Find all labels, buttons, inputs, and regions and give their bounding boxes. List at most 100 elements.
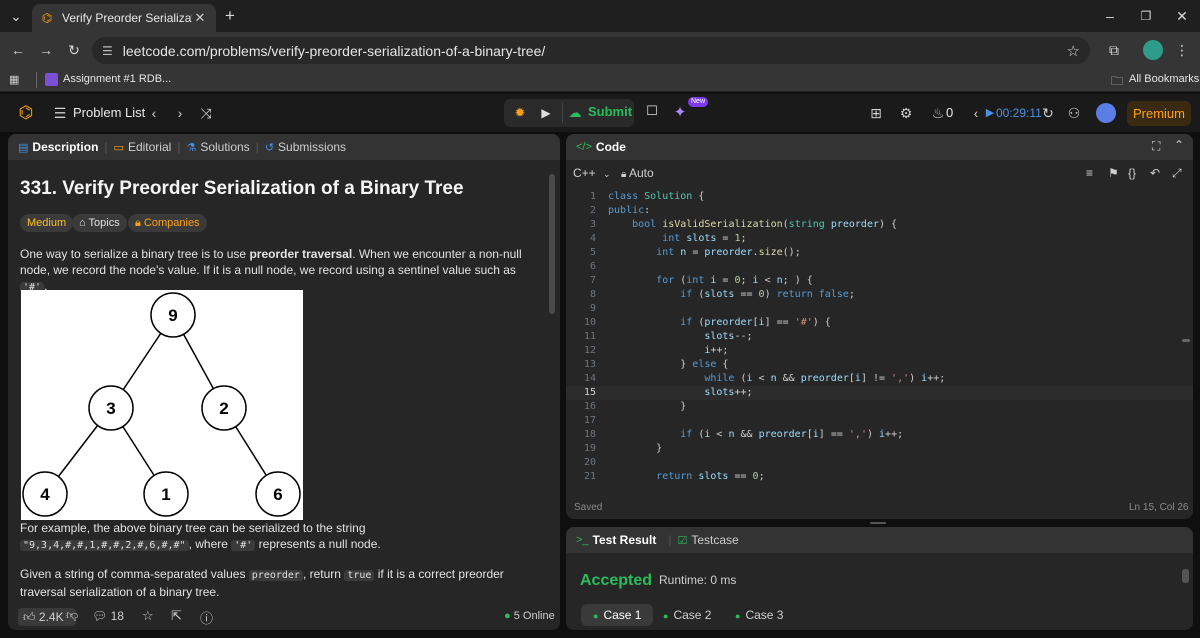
forward-icon[interactable]: → xyxy=(34,38,58,62)
favorite-star-icon[interactable]: ☆ xyxy=(142,608,154,624)
given-paragraph: Given a string of comma-separated values… xyxy=(20,566,540,600)
problem-list-link[interactable]: Problem List xyxy=(73,94,145,132)
line-number: 17 xyxy=(583,415,596,426)
minimize-icon[interactable]: – xyxy=(1098,4,1122,28)
language-label: C++ xyxy=(573,166,596,180)
debug-icon[interactable]: ✹ xyxy=(510,103,530,123)
description-scrollbar[interactable] xyxy=(549,174,555,314)
tab-description-label: Description xyxy=(32,140,99,154)
apps-grid-icon[interactable]: ▦ xyxy=(9,73,23,87)
tab-submissions[interactable]: ↺ Submissions xyxy=(265,140,346,154)
leetcode-logo-icon[interactable]: ⌬ xyxy=(14,101,38,125)
help-icon[interactable]: ⓘ xyxy=(200,608,213,627)
site-info-icon[interactable]: ☰ xyxy=(102,44,113,58)
line-number: 6 xyxy=(589,261,596,272)
case-2-tab[interactable]: ● Case 2 xyxy=(651,604,723,626)
new-tab-icon[interactable]: + xyxy=(218,4,242,28)
thumbs-down-icon[interactable]: 👎︎ xyxy=(66,608,78,623)
settings-gear-icon[interactable]: ⚙ xyxy=(894,101,918,125)
run-divider xyxy=(562,103,563,123)
prev-problem-icon[interactable]: ‹ xyxy=(142,101,166,125)
expand-icon[interactable]: ⤢ xyxy=(1172,166,1182,181)
premium-button[interactable]: Premium xyxy=(1127,101,1191,126)
tag-icon: ⌂ xyxy=(79,217,86,229)
given-code-true: true xyxy=(344,570,375,581)
code-line: return slots == 0; xyxy=(656,471,765,482)
description-icon: ▤ xyxy=(18,141,29,154)
tab-separator: | xyxy=(255,140,259,154)
layout-icon[interactable]: ⊞ xyxy=(864,101,888,125)
tab-description[interactable]: ▤ Description xyxy=(18,140,98,154)
tab-editorial[interactable]: ▭ Editorial xyxy=(114,140,172,154)
line-number: 19 xyxy=(583,443,596,454)
tab-test-result[interactable]: >_ Test Result xyxy=(576,533,656,547)
bookmark-item[interactable]: Assignment #1 RDB... xyxy=(63,73,171,85)
url-bar[interactable]: ☰ leetcode.com/problems/verify-preorder-… xyxy=(92,37,1090,64)
line-number: 3 xyxy=(589,219,596,230)
extensions-icon[interactable]: ⧉ xyxy=(1102,38,1126,62)
case-1-tab[interactable]: ● Case 1 xyxy=(581,604,654,626)
address-bar-row: ← → ↻ ☰ leetcode.com/problems/verify-pre… xyxy=(0,32,1200,68)
add-friend-icon[interactable]: ⚇ xyxy=(1062,101,1086,125)
url-text: leetcode.com/problems/verify-preorder-se… xyxy=(122,42,546,59)
test-panel-tabs: >_ Test Result | ☑ Testcase xyxy=(566,527,1193,553)
bookmark-icon[interactable]: ⚑ xyxy=(1108,166,1119,180)
share-icon[interactable]: ⇱ xyxy=(171,608,182,624)
topics-pill[interactable]: ⌂ Topics xyxy=(72,214,127,232)
comment-icon: 💬︎ xyxy=(92,609,108,623)
topics-label: Topics xyxy=(88,217,120,229)
tree-node-label: 6 xyxy=(273,485,282,504)
braces-icon[interactable]: {} xyxy=(1128,166,1136,180)
bookmark-favicon-icon xyxy=(45,73,58,86)
line-number: 15 xyxy=(583,387,596,398)
tab-testcase[interactable]: ☑ Testcase xyxy=(677,533,738,547)
browser-menu-icon[interactable]: ⋮ xyxy=(1170,38,1194,62)
line-number: 10 xyxy=(583,317,596,328)
mode-indicator[interactable]: 🔒︎ Auto xyxy=(621,166,654,180)
all-bookmarks[interactable]: All Bookmarks xyxy=(1129,73,1199,85)
notes-icon[interactable]: ☐ xyxy=(642,103,662,123)
browser-tab[interactable]: ⌬ Verify Preorder Serialization of a ✕ xyxy=(32,4,216,32)
case-label: Case 2 xyxy=(673,608,712,622)
user-avatar[interactable] xyxy=(1096,103,1116,123)
close-tab-icon[interactable]: ✕ xyxy=(192,10,208,26)
window-close-icon[interactable]: ✕ xyxy=(1170,4,1194,28)
tab-search-icon[interactable]: ⌄ xyxy=(4,4,28,28)
submit-button[interactable]: Submit xyxy=(588,104,632,119)
comments-button[interactable]: 💬︎ 18 xyxy=(92,609,124,623)
shuffle-icon[interactable]: ⤨ xyxy=(194,101,218,125)
reload-icon[interactable]: ↻ xyxy=(62,38,86,62)
format-icon[interactable]: ≡ xyxy=(1086,166,1093,180)
tab-solutions[interactable]: ⚗ Solutions xyxy=(186,140,249,154)
tab-solutions-label: Solutions xyxy=(200,140,250,154)
editor-scrollbar[interactable] xyxy=(1182,339,1190,342)
companies-pill[interactable]: 🔒︎ Companies xyxy=(128,214,207,232)
next-problem-icon[interactable]: › xyxy=(168,101,192,125)
tree-node-label: 2 xyxy=(219,399,228,418)
language-select[interactable]: C++ ⌄ xyxy=(573,166,611,180)
online-dot-icon: ● xyxy=(504,610,511,622)
profile-avatar[interactable] xyxy=(1143,40,1163,60)
code-editor-panel: </> Code ⛶ ⌃ C++ ⌄ 🔒︎ Auto ≡ ⚑ {} ↶ ⤢ 1 c… xyxy=(566,134,1193,519)
pass-dot-icon: ● xyxy=(663,611,669,621)
undo-icon[interactable]: ↶ xyxy=(1150,166,1160,180)
case-3-tab[interactable]: ● Case 3 xyxy=(723,604,795,626)
pass-dot-icon: ● xyxy=(735,611,741,621)
back-icon[interactable]: ← xyxy=(6,38,30,62)
maximize-icon[interactable]: ⛶ xyxy=(1152,139,1160,154)
test-scrollbar[interactable] xyxy=(1182,569,1189,583)
run-icon[interactable]: ▶ xyxy=(536,103,556,123)
problem-title: 331. Verify Preorder Serialization of a … xyxy=(20,178,464,199)
given-code-preorder: preorder xyxy=(248,570,303,581)
bookmark-star-icon[interactable]: ☆ xyxy=(1067,42,1080,60)
intro-text: One way to serialize a binary tree is to… xyxy=(20,247,250,261)
panel-resize-handle[interactable] xyxy=(870,522,886,524)
collapse-up-icon[interactable]: ⌃ xyxy=(1174,138,1184,152)
ai-sparkle-icon[interactable]: ✦ xyxy=(670,103,690,123)
intro-bold: preorder traversal xyxy=(249,247,353,261)
example-text: For example, the above binary tree can b… xyxy=(20,521,366,535)
restore-icon[interactable]: ❐ xyxy=(1134,4,1158,28)
example-mid: , where xyxy=(188,537,232,551)
line-number: 9 xyxy=(589,303,596,314)
timer-reset-icon[interactable]: ↻ xyxy=(1036,101,1060,125)
